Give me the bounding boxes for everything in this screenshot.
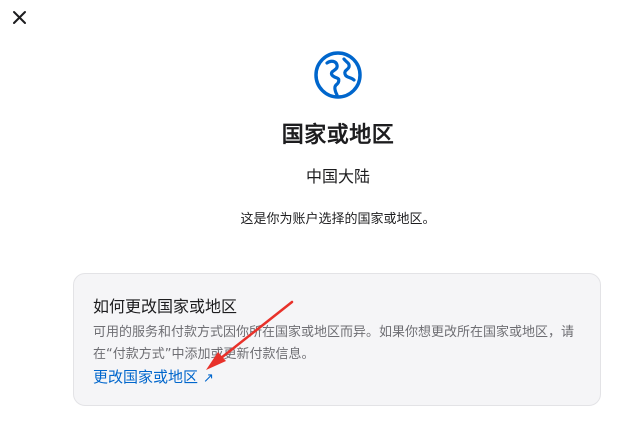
current-region: 中国大陆	[305, 167, 370, 186]
card-body-text: 可用的服务和付款方式因你所在国家或地区而异。如果你想更改所在国家或地区，请在“付…	[93, 325, 575, 362]
globe-icon	[313, 50, 363, 100]
change-region-link-label: 更改国家或地区	[93, 368, 199, 386]
card-title: 如何更改国家或地区	[93, 297, 238, 316]
close-icon	[13, 11, 26, 24]
change-region-link[interactable]: 更改国家或地区 ↗	[93, 366, 214, 387]
change-region-card: 如何更改国家或地区 可用的服务和付款方式因你所在国家或地区而异。如果你想更改所在…	[73, 273, 601, 406]
close-button[interactable]	[10, 8, 30, 28]
external-arrow-icon: ↗	[203, 371, 214, 386]
region-description: 这是你为账户选择的国家或地区。	[240, 212, 436, 227]
page-title: 国家或地区	[281, 123, 395, 148]
